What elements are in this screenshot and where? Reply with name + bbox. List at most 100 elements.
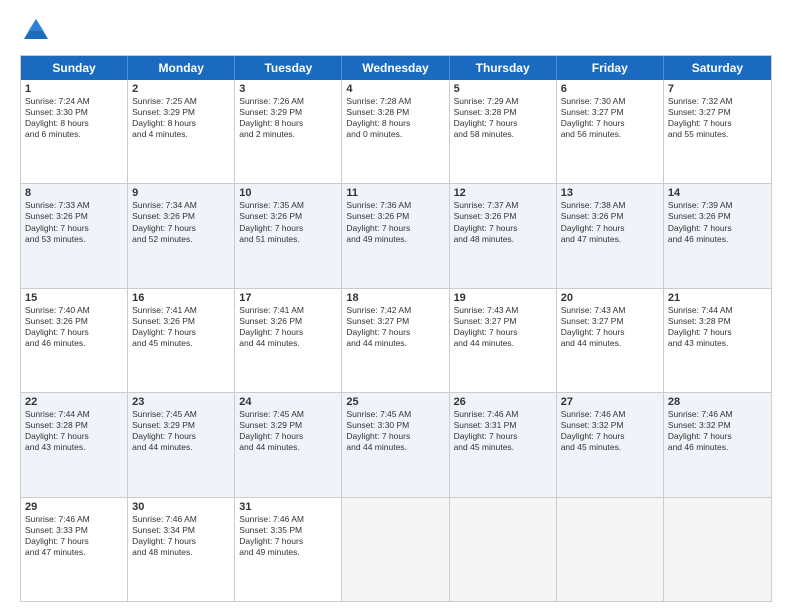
cell-info: Sunrise: 7:28 AMSunset: 3:28 PMDaylight:… (346, 96, 444, 140)
day-number: 11 (346, 187, 444, 199)
calendar-cell: 8Sunrise: 7:33 AMSunset: 3:26 PMDaylight… (21, 184, 128, 287)
calendar-cell: 31Sunrise: 7:46 AMSunset: 3:35 PMDayligh… (235, 498, 342, 601)
calendar-cell: 23Sunrise: 7:45 AMSunset: 3:29 PMDayligh… (128, 393, 235, 496)
cell-info: Sunrise: 7:40 AMSunset: 3:26 PMDaylight:… (25, 305, 123, 349)
calendar-cell (664, 498, 771, 601)
day-number: 21 (668, 292, 767, 304)
day-number: 27 (561, 396, 659, 408)
calendar-cell: 18Sunrise: 7:42 AMSunset: 3:27 PMDayligh… (342, 289, 449, 392)
calendar-cell: 14Sunrise: 7:39 AMSunset: 3:26 PMDayligh… (664, 184, 771, 287)
day-number: 13 (561, 187, 659, 199)
calendar-cell: 9Sunrise: 7:34 AMSunset: 3:26 PMDaylight… (128, 184, 235, 287)
calendar-cell: 26Sunrise: 7:46 AMSunset: 3:31 PMDayligh… (450, 393, 557, 496)
day-number: 10 (239, 187, 337, 199)
calendar-body: 1Sunrise: 7:24 AMSunset: 3:30 PMDaylight… (21, 80, 771, 601)
cell-info: Sunrise: 7:45 AMSunset: 3:30 PMDaylight:… (346, 409, 444, 453)
calendar-cell: 6Sunrise: 7:30 AMSunset: 3:27 PMDaylight… (557, 80, 664, 183)
cell-info: Sunrise: 7:46 AMSunset: 3:34 PMDaylight:… (132, 514, 230, 558)
logo-icon (20, 15, 52, 47)
calendar-row-5: 29Sunrise: 7:46 AMSunset: 3:33 PMDayligh… (21, 497, 771, 601)
calendar-row-3: 15Sunrise: 7:40 AMSunset: 3:26 PMDayligh… (21, 288, 771, 392)
day-number: 3 (239, 83, 337, 95)
calendar-cell: 16Sunrise: 7:41 AMSunset: 3:26 PMDayligh… (128, 289, 235, 392)
day-number: 9 (132, 187, 230, 199)
calendar-cell: 1Sunrise: 7:24 AMSunset: 3:30 PMDaylight… (21, 80, 128, 183)
day-number: 22 (25, 396, 123, 408)
day-number: 29 (25, 501, 123, 513)
logo (20, 15, 56, 47)
calendar-cell (342, 498, 449, 601)
calendar-cell: 11Sunrise: 7:36 AMSunset: 3:26 PMDayligh… (342, 184, 449, 287)
day-number: 7 (668, 83, 767, 95)
day-number: 15 (25, 292, 123, 304)
cell-info: Sunrise: 7:46 AMSunset: 3:35 PMDaylight:… (239, 514, 337, 558)
cell-info: Sunrise: 7:44 AMSunset: 3:28 PMDaylight:… (668, 305, 767, 349)
calendar-cell (557, 498, 664, 601)
calendar-header: SundayMondayTuesdayWednesdayThursdayFrid… (21, 56, 771, 80)
calendar-cell (450, 498, 557, 601)
cell-info: Sunrise: 7:35 AMSunset: 3:26 PMDaylight:… (239, 200, 337, 244)
cell-info: Sunrise: 7:34 AMSunset: 3:26 PMDaylight:… (132, 200, 230, 244)
calendar-cell: 17Sunrise: 7:41 AMSunset: 3:26 PMDayligh… (235, 289, 342, 392)
day-number: 1 (25, 83, 123, 95)
calendar-cell: 20Sunrise: 7:43 AMSunset: 3:27 PMDayligh… (557, 289, 664, 392)
calendar-cell: 7Sunrise: 7:32 AMSunset: 3:27 PMDaylight… (664, 80, 771, 183)
day-header-tuesday: Tuesday (235, 56, 342, 80)
day-number: 2 (132, 83, 230, 95)
day-number: 30 (132, 501, 230, 513)
day-number: 23 (132, 396, 230, 408)
cell-info: Sunrise: 7:46 AMSunset: 3:33 PMDaylight:… (25, 514, 123, 558)
page: SundayMondayTuesdayWednesdayThursdayFrid… (0, 0, 792, 612)
day-number: 4 (346, 83, 444, 95)
calendar-cell: 29Sunrise: 7:46 AMSunset: 3:33 PMDayligh… (21, 498, 128, 601)
calendar-cell: 10Sunrise: 7:35 AMSunset: 3:26 PMDayligh… (235, 184, 342, 287)
day-header-saturday: Saturday (664, 56, 771, 80)
day-number: 17 (239, 292, 337, 304)
calendar-cell: 5Sunrise: 7:29 AMSunset: 3:28 PMDaylight… (450, 80, 557, 183)
calendar-row-4: 22Sunrise: 7:44 AMSunset: 3:28 PMDayligh… (21, 392, 771, 496)
calendar-cell: 12Sunrise: 7:37 AMSunset: 3:26 PMDayligh… (450, 184, 557, 287)
day-number: 14 (668, 187, 767, 199)
day-header-monday: Monday (128, 56, 235, 80)
cell-info: Sunrise: 7:26 AMSunset: 3:29 PMDaylight:… (239, 96, 337, 140)
day-number: 18 (346, 292, 444, 304)
day-header-wednesday: Wednesday (342, 56, 449, 80)
calendar-cell: 15Sunrise: 7:40 AMSunset: 3:26 PMDayligh… (21, 289, 128, 392)
day-number: 31 (239, 501, 337, 513)
day-number: 25 (346, 396, 444, 408)
day-number: 5 (454, 83, 552, 95)
calendar-cell: 25Sunrise: 7:45 AMSunset: 3:30 PMDayligh… (342, 393, 449, 496)
calendar-cell: 28Sunrise: 7:46 AMSunset: 3:32 PMDayligh… (664, 393, 771, 496)
cell-info: Sunrise: 7:44 AMSunset: 3:28 PMDaylight:… (25, 409, 123, 453)
calendar-cell: 22Sunrise: 7:44 AMSunset: 3:28 PMDayligh… (21, 393, 128, 496)
day-number: 12 (454, 187, 552, 199)
day-number: 16 (132, 292, 230, 304)
calendar-row-1: 1Sunrise: 7:24 AMSunset: 3:30 PMDaylight… (21, 80, 771, 183)
cell-info: Sunrise: 7:29 AMSunset: 3:28 PMDaylight:… (454, 96, 552, 140)
calendar-cell: 24Sunrise: 7:45 AMSunset: 3:29 PMDayligh… (235, 393, 342, 496)
calendar-cell: 3Sunrise: 7:26 AMSunset: 3:29 PMDaylight… (235, 80, 342, 183)
cell-info: Sunrise: 7:46 AMSunset: 3:32 PMDaylight:… (668, 409, 767, 453)
day-header-sunday: Sunday (21, 56, 128, 80)
header (20, 15, 772, 47)
cell-info: Sunrise: 7:46 AMSunset: 3:31 PMDaylight:… (454, 409, 552, 453)
cell-info: Sunrise: 7:43 AMSunset: 3:27 PMDaylight:… (561, 305, 659, 349)
day-number: 26 (454, 396, 552, 408)
calendar: SundayMondayTuesdayWednesdayThursdayFrid… (20, 55, 772, 602)
day-header-thursday: Thursday (450, 56, 557, 80)
calendar-cell: 13Sunrise: 7:38 AMSunset: 3:26 PMDayligh… (557, 184, 664, 287)
cell-info: Sunrise: 7:45 AMSunset: 3:29 PMDaylight:… (239, 409, 337, 453)
cell-info: Sunrise: 7:24 AMSunset: 3:30 PMDaylight:… (25, 96, 123, 140)
cell-info: Sunrise: 7:37 AMSunset: 3:26 PMDaylight:… (454, 200, 552, 244)
calendar-cell: 21Sunrise: 7:44 AMSunset: 3:28 PMDayligh… (664, 289, 771, 392)
calendar-cell: 27Sunrise: 7:46 AMSunset: 3:32 PMDayligh… (557, 393, 664, 496)
cell-info: Sunrise: 7:41 AMSunset: 3:26 PMDaylight:… (239, 305, 337, 349)
cell-info: Sunrise: 7:41 AMSunset: 3:26 PMDaylight:… (132, 305, 230, 349)
day-number: 6 (561, 83, 659, 95)
day-number: 24 (239, 396, 337, 408)
cell-info: Sunrise: 7:42 AMSunset: 3:27 PMDaylight:… (346, 305, 444, 349)
calendar-cell: 2Sunrise: 7:25 AMSunset: 3:29 PMDaylight… (128, 80, 235, 183)
day-number: 19 (454, 292, 552, 304)
day-number: 20 (561, 292, 659, 304)
cell-info: Sunrise: 7:33 AMSunset: 3:26 PMDaylight:… (25, 200, 123, 244)
